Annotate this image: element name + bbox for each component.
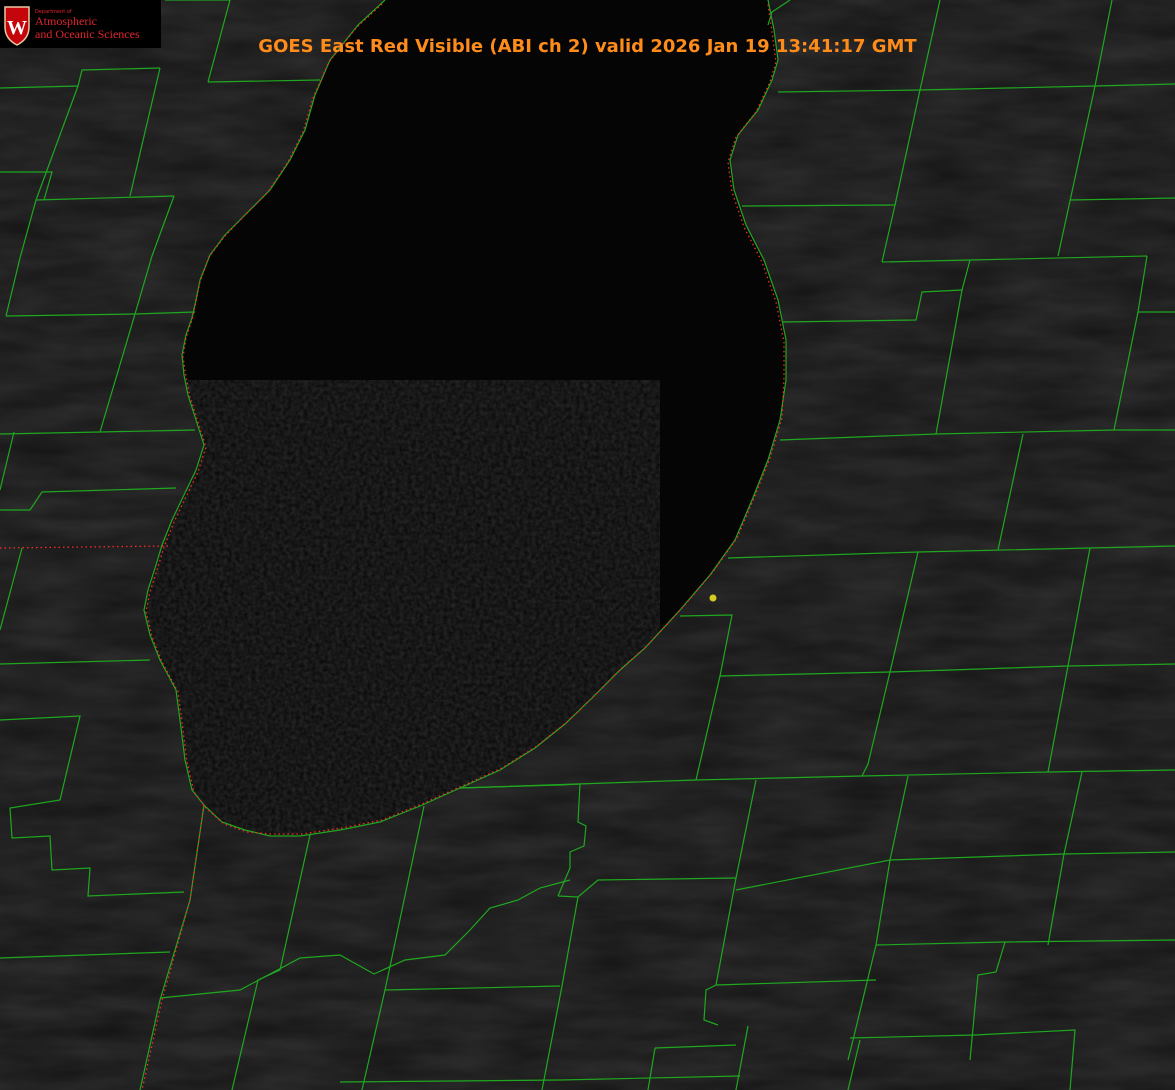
station-marker xyxy=(709,594,717,602)
map-title: GOES East Red Visible (ABI ch 2) valid 2… xyxy=(258,36,917,57)
satellite-map[interactable] xyxy=(0,0,1175,1090)
